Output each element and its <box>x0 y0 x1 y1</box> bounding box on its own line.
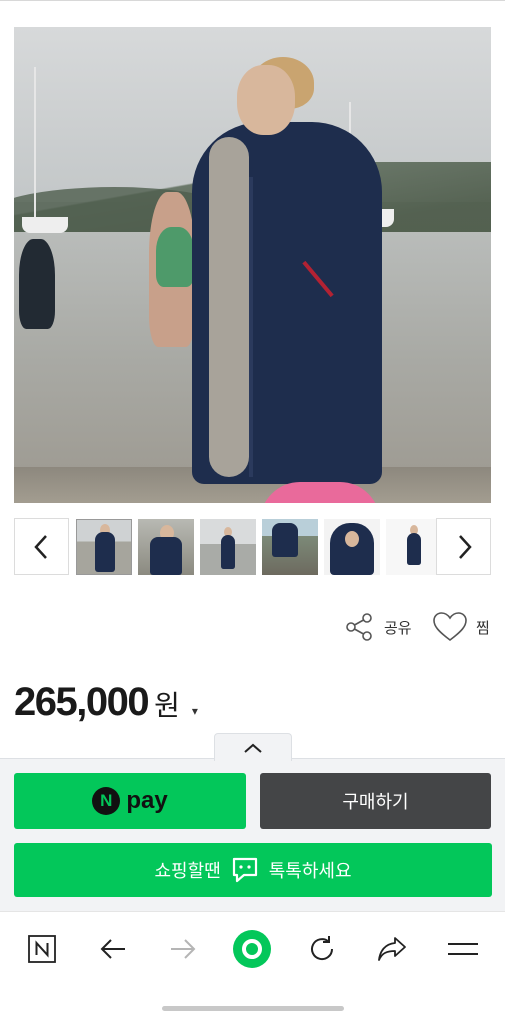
refresh-button[interactable] <box>300 927 344 971</box>
npay-label: pay <box>126 787 168 814</box>
share-icon <box>346 613 372 641</box>
gallery-thumbnail[interactable] <box>262 519 318 575</box>
forward-button[interactable] <box>161 927 205 971</box>
photo-head <box>237 65 295 135</box>
back-button[interactable] <box>91 927 135 971</box>
green-dot-button[interactable] <box>230 927 274 971</box>
refresh-icon <box>311 936 334 961</box>
price-dropdown-caret[interactable]: ▾ <box>192 704 198 718</box>
gallery-thumbnail[interactable] <box>138 519 194 575</box>
home-indicator[interactable] <box>162 1006 344 1011</box>
naver-home-button[interactable] <box>20 927 64 971</box>
npay-button[interactable]: N pay <box>14 773 246 829</box>
gallery-thumbnail[interactable] <box>200 519 256 575</box>
back-arrow-icon <box>100 939 125 959</box>
menu-button[interactable] <box>441 927 485 971</box>
gallery-next-button[interactable] <box>436 518 491 575</box>
npay-logo: N pay <box>92 787 168 815</box>
favorite-label: 찜 <box>476 618 490 637</box>
menu-icon <box>448 943 478 955</box>
share-arrow-icon <box>378 937 406 961</box>
talktalk-button[interactable]: 쇼핑할땐 톡톡하세요 <box>14 843 492 897</box>
buy-button[interactable]: 구매하기 <box>260 773 491 829</box>
forward-arrow-icon <box>171 939 196 959</box>
npay-badge: N <box>92 787 121 815</box>
share-button[interactable]: 공유 <box>344 611 412 643</box>
photo-coat-lining <box>209 137 249 477</box>
sheet-collapse-tab[interactable] <box>214 733 292 761</box>
photo-boat <box>22 217 68 233</box>
price-amount: 265,000 <box>14 680 150 724</box>
talk-prefix: 쇼핑할땐 <box>154 861 221 882</box>
share-page-button[interactable] <box>370 927 414 971</box>
gallery-prev-button[interactable] <box>14 518 69 575</box>
photo-swimsuit <box>156 227 194 287</box>
photo-mast <box>34 67 36 217</box>
gallery-thumbnail[interactable] <box>76 519 132 575</box>
chevron-left-icon <box>33 534 47 559</box>
green-dot-icon <box>233 930 271 968</box>
price-unit: 원 <box>154 689 180 722</box>
talktalk-chat-icon <box>232 857 257 883</box>
share-label: 공유 <box>384 618 412 637</box>
naver-home-icon <box>28 935 56 963</box>
buy-label: 구매하기 <box>342 792 409 813</box>
gallery-thumbnail[interactable] <box>386 519 442 575</box>
gallery-thumbnail[interactable] <box>324 519 380 575</box>
product-main-image[interactable] <box>14 27 491 503</box>
photo-swimmer <box>19 239 55 329</box>
price: 265,000 원 ▾ <box>14 680 198 725</box>
chevron-right-icon <box>458 534 472 559</box>
favorite-button[interactable]: 찜 <box>432 611 490 643</box>
heart-icon <box>433 612 467 642</box>
chevron-up-icon <box>244 743 262 753</box>
photo-coat-zip <box>249 177 253 477</box>
top-divider <box>0 0 505 1</box>
talk-suffix: 톡톡하세요 <box>268 861 352 882</box>
